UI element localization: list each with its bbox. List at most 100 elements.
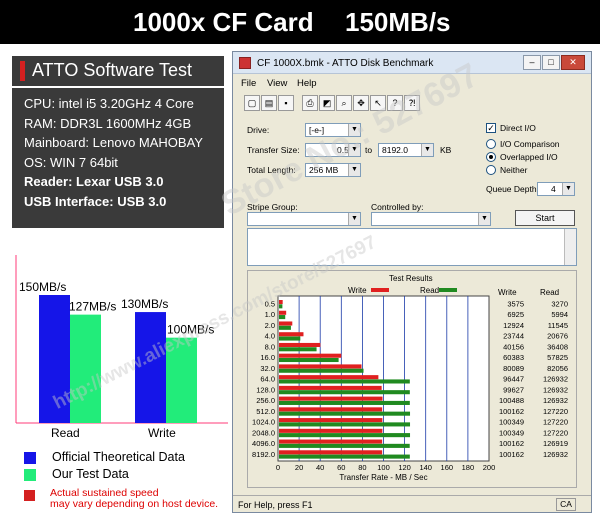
read-column-header: Read — [540, 288, 559, 297]
transfer-size-from-select[interactable]: 0.5 ▼ — [305, 143, 361, 157]
description-textarea[interactable] — [247, 228, 577, 266]
overlapped-io-radio[interactable] — [486, 152, 496, 162]
io-comparison-radio[interactable] — [486, 139, 496, 149]
write-value: 100349 — [499, 418, 524, 427]
comparison-chart-svg: 150MB/s127MB/s Read 130MB/s 100MB/s Write — [15, 255, 228, 440]
status-text: For Help, press F1 — [238, 500, 313, 510]
category-label-read: Read — [51, 426, 80, 440]
context-help-icon[interactable]: ⁈ — [404, 95, 420, 111]
neither-radio[interactable] — [486, 165, 496, 175]
open-folder-icon[interactable]: ▤ — [261, 95, 277, 111]
read-value: 36408 — [547, 342, 568, 351]
move-icon[interactable]: ✥ — [353, 95, 369, 111]
help-question-icon[interactable]: ? — [387, 95, 403, 111]
start-button[interactable]: Start — [515, 210, 575, 226]
x-tick-label: 0 — [276, 463, 280, 472]
legend-test: Our Test Data — [52, 467, 129, 481]
write-value: 100162 — [499, 450, 524, 459]
read-bar — [279, 422, 411, 427]
direct-io-checkbox[interactable]: ✓ — [486, 123, 496, 133]
minimize-button[interactable]: – — [523, 55, 541, 70]
controlled-by-label: Controlled by: — [371, 202, 424, 212]
write-legend-swatch — [371, 288, 389, 292]
heading-accent-bar — [20, 61, 25, 81]
write-legend-label: Write — [348, 286, 367, 295]
read-value: 126932 — [543, 375, 568, 384]
status-bar: For Help, press F1 CA — [233, 495, 591, 512]
read-bar — [279, 368, 364, 373]
direct-io-label: Direct I/O — [500, 123, 536, 133]
transfer-size-to-select[interactable]: 8192.0 ▼ — [378, 143, 434, 157]
product-title: 1000x CF Card — [133, 7, 314, 37]
spec-cpu: CPU: intel i5 3.20GHz 4 Core — [24, 96, 194, 111]
save-icon[interactable]: ▪ — [278, 95, 294, 111]
controlled-by-select[interactable]: ▼ — [371, 212, 491, 226]
read-value: 20676 — [547, 332, 568, 341]
read-bar — [279, 304, 283, 309]
print-preview-icon[interactable]: ◩ — [319, 95, 335, 111]
total-length-select[interactable]: 256 MB ▼ — [305, 163, 361, 177]
x-tick-label: 20 — [295, 463, 303, 472]
textarea-scrollbar[interactable] — [564, 229, 576, 265]
total-length-value: 256 MB — [309, 165, 339, 175]
bar-write-test — [166, 337, 197, 423]
heading-text: ATTO Software Test — [32, 60, 193, 80]
x-tick-label: 80 — [358, 463, 366, 472]
queue-depth-label: Queue Depth: — [486, 184, 539, 194]
write-value: 23744 — [503, 332, 524, 341]
new-file-icon[interactable]: ▢ — [244, 95, 260, 111]
maximize-button[interactable]: □ — [542, 55, 560, 70]
read-bar — [279, 433, 411, 438]
write-bar — [279, 300, 283, 305]
chevron-down-icon: ▼ — [562, 183, 574, 195]
read-value: 57825 — [547, 353, 568, 362]
stripe-group-select[interactable]: ▼ — [247, 212, 361, 226]
read-bar — [279, 390, 410, 395]
transfer-size-label: 0.5 — [265, 300, 275, 309]
x-tick-label: 40 — [316, 463, 324, 472]
menu-help[interactable]: Help — [297, 78, 317, 89]
drive-label: Drive: — [247, 125, 270, 135]
caps-indicator: CA — [556, 498, 576, 511]
queue-depth-select[interactable]: 4 ▼ — [537, 182, 575, 196]
drive-select[interactable]: [-e-] ▼ — [305, 123, 361, 137]
bar-value-label: 150MB/s — [19, 280, 66, 294]
close-button[interactable]: ✕ — [561, 55, 585, 70]
transfer-size-label: 512.0 — [256, 407, 275, 416]
write-bar — [279, 353, 342, 358]
transfer-size-label: 64.0 — [260, 375, 275, 384]
write-bar — [279, 342, 321, 348]
transfer-from-value: 0.5 — [337, 145, 349, 155]
read-value: 126919 — [543, 439, 568, 448]
transfer-size-label: 16.0 — [260, 353, 275, 362]
results-title: Test Results — [389, 274, 433, 283]
write-bar — [279, 450, 383, 455]
zoom-icon[interactable]: ⌕ — [336, 95, 352, 111]
total-length-label: Total Length: — [247, 165, 296, 175]
top-banner: 1000x CF Card 150MB/s — [0, 0, 600, 44]
print-icon[interactable]: ⎙ — [302, 95, 318, 111]
write-value: 100162 — [499, 439, 524, 448]
chevron-down-icon: ▼ — [348, 144, 360, 156]
speed-disclaimer: Actual sustained speed may vary dependin… — [50, 487, 219, 510]
menu-view[interactable]: View — [267, 78, 287, 89]
transfer-to-value: 8192.0 — [382, 145, 408, 155]
pointer-icon[interactable]: ↖ — [370, 95, 386, 111]
write-bar — [279, 321, 293, 326]
bar-value-label: 127MB/s — [69, 300, 116, 314]
atto-test-heading: ATTO Software Test — [12, 56, 224, 86]
chevron-down-icon: ▼ — [348, 164, 360, 176]
legend-swatch-test — [24, 469, 36, 481]
neither-label: Neither — [500, 165, 528, 175]
to-label: to — [365, 145, 373, 155]
read-bar — [279, 357, 339, 363]
read-bar — [279, 347, 317, 352]
x-tick-label: 120 — [398, 463, 411, 472]
stripe-group-label: Stripe Group: — [247, 202, 298, 212]
bar-value-label: 100MB/s — [167, 323, 214, 337]
transfer-size-label: 2.0 — [265, 321, 275, 330]
chevron-down-icon: ▼ — [348, 124, 360, 136]
legend-official: Official Theoretical Data — [52, 450, 185, 464]
spec-reader: Reader: Lexar USB 3.0 — [24, 174, 164, 189]
menu-file[interactable]: File — [241, 78, 256, 89]
